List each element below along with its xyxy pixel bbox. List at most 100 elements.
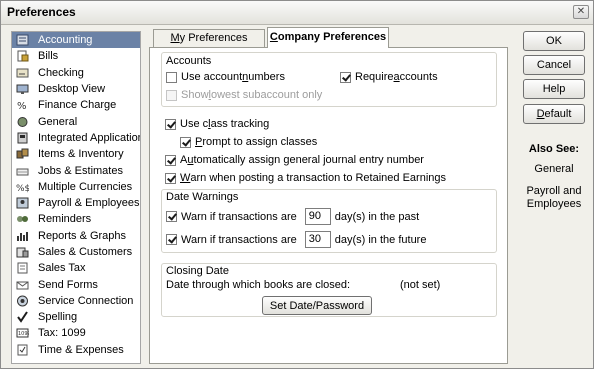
show-lowest-subaccount-checkbox	[166, 89, 177, 101]
use-account-numbers-label-b: umbers	[248, 71, 285, 83]
accounts-group-title: Accounts	[166, 55, 212, 67]
payroll-icon	[16, 197, 29, 209]
set-date-password-button[interactable]: Set Date/Password	[262, 296, 372, 315]
sidebar-item-tax-1099[interactable]: 1099 Tax: 1099	[12, 325, 140, 341]
sidebar-item-label: Service Connection	[38, 294, 134, 307]
sidebar-item-label: Finance Charge	[38, 99, 117, 112]
class-tracking-label-a: Use c	[180, 118, 209, 130]
jobs-estimates-icon	[16, 165, 29, 177]
use-account-numbers-label-a: Use account	[181, 71, 243, 83]
send-forms-icon	[16, 279, 29, 291]
title-bar: Preferences ✕	[1, 1, 593, 25]
auto-journal-label-a: A	[180, 154, 188, 166]
date-warnings-group: Date Warnings Warn if transactions are 9…	[161, 189, 497, 253]
warn-past-label: Warn if transactions are	[181, 210, 297, 223]
sidebar-item-multiple-currencies[interactable]: %$ Multiple Currencies	[12, 179, 140, 195]
sidebar-item-spelling[interactable]: Spelling	[12, 309, 140, 325]
sidebar-item-payroll-employees[interactable]: Payroll & Employees	[12, 195, 140, 211]
past-days-input[interactable]: 90	[304, 208, 331, 225]
sidebar-item-label: Integrated Applications	[38, 131, 141, 144]
sidebar-item-label: Checking	[38, 66, 84, 79]
accounting-icon	[16, 34, 29, 46]
also-see-payroll-link[interactable]: Payroll and Employees	[518, 185, 590, 211]
sidebar-item-time-expenses[interactable]: Time & Expenses	[12, 342, 140, 358]
sidebar-item-reports-graphs[interactable]: Reports & Graphs	[12, 228, 140, 244]
prompt-classes-hotkey: P	[195, 136, 203, 148]
sidebar-item-send-forms[interactable]: Send Forms	[12, 276, 140, 292]
general-icon	[16, 116, 29, 128]
warn-future-checkbox[interactable]	[166, 234, 177, 245]
sidebar-item-label: Jobs & Estimates	[38, 164, 123, 177]
tab-my-label: y Preferences	[179, 32, 248, 44]
auto-journal-checkbox[interactable]	[165, 154, 176, 166]
closing-date-value: (not set)	[400, 279, 441, 291]
sidebar-item-jobs-estimates[interactable]: Jobs & Estimates	[12, 162, 140, 178]
sidebar-item-label: Time & Expenses	[38, 343, 124, 356]
warn-retained-earnings-option[interactable]: Warn when posting a transaction to Retai…	[165, 172, 446, 184]
require-accounts-checkbox[interactable]	[340, 71, 351, 83]
svg-text:1099: 1099	[18, 331, 29, 337]
warn-past-checkbox[interactable]	[166, 211, 177, 222]
prompt-classes-checkbox[interactable]	[180, 136, 191, 148]
help-button[interactable]: Help	[523, 79, 585, 99]
sidebar-item-label: General	[38, 115, 78, 128]
closing-date-group: Closing Date Date through which books ar…	[161, 263, 497, 317]
warn-past-option[interactable]: Warn if transactions are 90 day(s) in th…	[166, 208, 419, 225]
tab-company-preferences[interactable]: Company Preferences	[267, 27, 389, 48]
cancel-button[interactable]: Cancel	[523, 55, 585, 75]
preferences-category-list[interactable]: Accounting Bills Checking Desktop View% Fina…	[11, 31, 141, 364]
class-tracking-checkbox[interactable]	[165, 118, 176, 130]
sidebar-item-finance-charge[interactable]: % Finance Charge	[12, 97, 140, 113]
warn-retained-label: arn when posting a transaction to Retain…	[190, 172, 446, 184]
sidebar-item-sales-customers[interactable]: Sales & Customers	[12, 244, 140, 260]
sales-tax-icon	[16, 262, 29, 274]
sidebar-item-items-inventory[interactable]: Items & Inventory	[12, 146, 140, 162]
sidebar-item-label: Multiple Currencies	[38, 180, 133, 193]
svg-text:%: %	[17, 101, 27, 111]
warn-retained-hotkey: W	[180, 172, 191, 184]
sidebar-item-bills[interactable]: Bills	[12, 48, 140, 64]
default-button[interactable]: Default	[523, 104, 585, 124]
tax-1099-icon: 1099	[16, 327, 29, 339]
accounts-group: Accounts Use account n umbers Require a cc…	[161, 52, 497, 107]
future-days-input[interactable]: 30	[304, 231, 331, 248]
sidebar-item-accounting[interactable]: Accounting	[12, 32, 140, 49]
tab-my-preferences[interactable]: My Preferences	[153, 29, 265, 47]
tab-company-hotkey: C	[269, 31, 278, 43]
sidebar-item-label: Reports & Graphs	[38, 229, 127, 242]
use-account-numbers-checkbox[interactable]	[166, 71, 177, 83]
svg-text:%$: %$	[16, 184, 29, 193]
warn-past-suffix: day(s) in the past	[334, 210, 420, 223]
class-tracking-option[interactable]: Use c l ass tracking	[165, 118, 269, 130]
date-warnings-title: Date Warnings	[166, 191, 239, 203]
sidebar-item-desktop-view[interactable]: Desktop View	[12, 81, 140, 97]
sidebar-item-reminders[interactable]: Reminders	[12, 211, 140, 227]
closing-date-title: Closing Date	[166, 265, 229, 277]
company-preferences-panel: Accounts Use account n umbers Require a cc…	[149, 47, 508, 364]
sidebar-item-service-connection[interactable]: Service Connection	[12, 293, 140, 309]
class-tracking-label-b: ass tracking	[210, 118, 270, 130]
sidebar-item-checking[interactable]: Checking	[12, 65, 140, 81]
sidebar-item-label: Accounting	[38, 34, 93, 47]
require-accounts-option[interactable]: Require a ccounts	[340, 71, 438, 83]
use-account-numbers-option[interactable]: Use account n umbers	[166, 71, 285, 83]
checking-icon	[16, 67, 29, 79]
sidebar-item-general[interactable]: General	[12, 113, 140, 129]
ok-button[interactable]: OK	[523, 31, 585, 51]
also-see-general-link[interactable]: General	[518, 163, 590, 176]
warn-future-option[interactable]: Warn if transactions are 30 day(s) in th…	[166, 231, 426, 248]
service-connection-icon	[16, 295, 29, 307]
time-expenses-icon	[16, 344, 29, 356]
warn-retained-earnings-checkbox[interactable]	[165, 172, 176, 184]
close-icon[interactable]: ✕	[573, 5, 589, 19]
currencies-icon: %$	[16, 181, 29, 193]
sidebar-item-label: Tax: 1099	[38, 327, 86, 340]
closing-date-label: Date through which books are closed:	[166, 279, 351, 291]
sidebar-item-label: Payroll & Employees	[38, 197, 140, 210]
prompt-classes-option[interactable]: Prompt to assign classes	[180, 136, 317, 148]
sidebar-item-sales-tax[interactable]: Sales Tax	[12, 260, 140, 276]
sidebar-item-label: Items & Inventory	[38, 148, 124, 161]
auto-journal-option[interactable]: Au tomatically assign general journal ent…	[165, 154, 424, 166]
sidebar-item-integrated-applications[interactable]: Integrated Applications	[12, 130, 140, 146]
warn-future-label: Warn if transactions are	[181, 233, 297, 246]
